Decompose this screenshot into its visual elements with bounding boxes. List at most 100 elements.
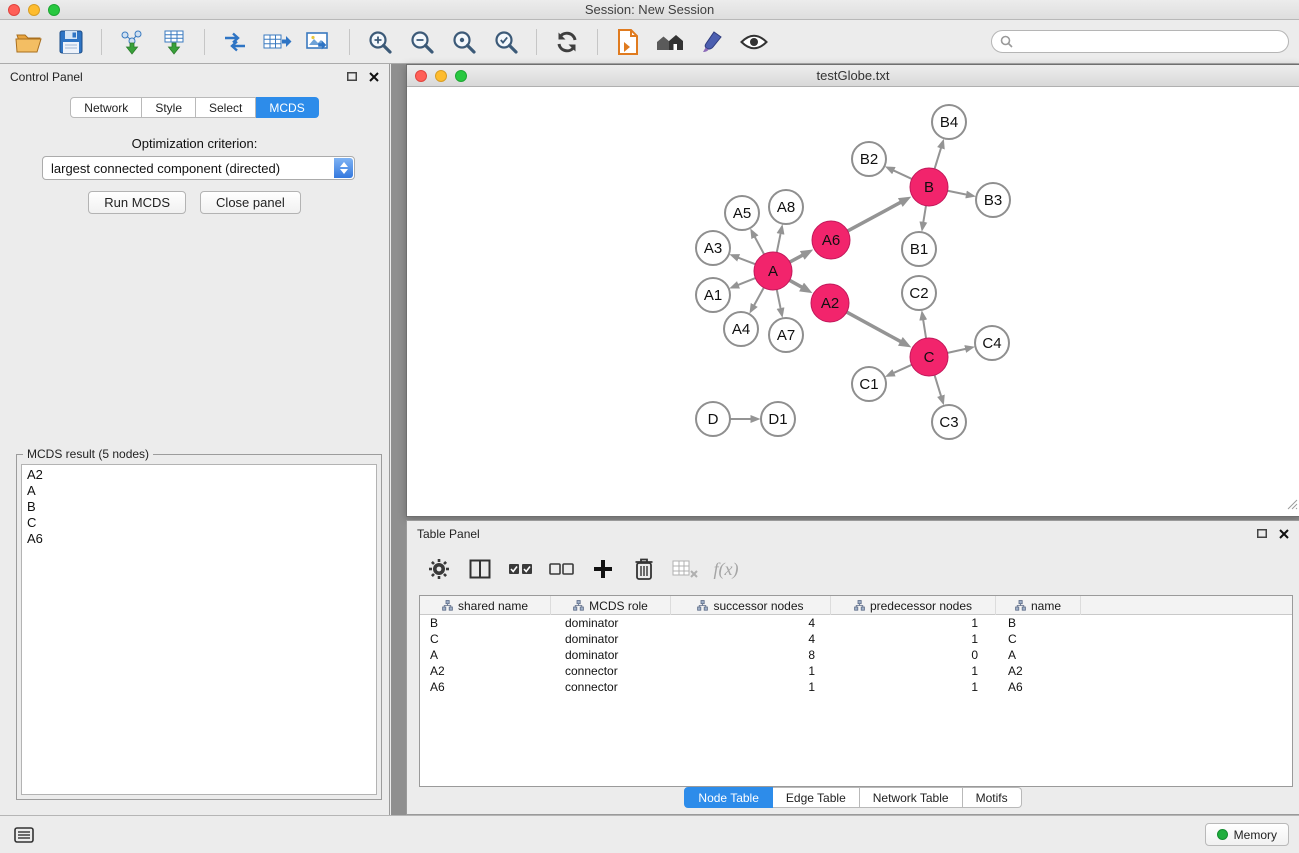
edge-A6-B[interactable] [848,202,901,231]
node-A8[interactable]: A8 [769,190,803,224]
tab-motifs[interactable]: Motifs [963,787,1022,808]
deselect-all-columns-button[interactable] [546,553,578,585]
function-builder-button[interactable]: f(x) [710,553,742,585]
network-file-button[interactable] [610,24,646,60]
edge-A-A2[interactable] [790,280,803,287]
import-table-button[interactable] [156,24,192,60]
network-canvas[interactable]: B4B2BB3A5A8A6A3B1AC2A1A2A4A7C4CC1DD1C3 [407,88,1299,516]
zoom-in-button[interactable] [362,24,398,60]
task-history-button[interactable] [12,825,36,845]
node-B2[interactable]: B2 [852,142,886,176]
resize-grip[interactable] [1286,497,1298,515]
table-row[interactable]: A2connector11A2 [420,663,1292,679]
refresh-view-button[interactable] [549,24,585,60]
tab-network[interactable]: Network [70,97,142,118]
table-row[interactable]: Cdominator41C [420,631,1292,647]
node-A1[interactable]: A1 [696,278,730,312]
node-C[interactable]: C [910,338,948,376]
edge-C-C4[interactable] [948,349,966,353]
search-input[interactable] [1018,34,1280,49]
home-button[interactable] [652,24,688,60]
float-panel-icon[interactable] [1257,529,1267,538]
node-D[interactable]: D [696,402,730,436]
zoom-fit-button[interactable] [446,24,482,60]
column-header-successor-nodes[interactable]: successor nodes [671,596,831,615]
open-session-button[interactable] [11,24,47,60]
zoom-view-button[interactable] [455,70,467,82]
edge-B-B2[interactable] [893,170,911,179]
edge-A2-C[interactable] [847,312,901,342]
search-box[interactable] [991,30,1289,53]
edge-A-A3[interactable] [738,258,755,265]
edge-C-C1[interactable] [894,365,912,373]
node-D1[interactable]: D1 [761,402,795,436]
edge-A-A8[interactable] [777,233,781,252]
mcds-result-list[interactable]: A2ABCA6 [21,464,377,795]
tab-network-table[interactable]: Network Table [860,787,963,808]
edge-B-B3[interactable] [948,191,967,195]
delete-column-button[interactable] [628,553,660,585]
close-view-button[interactable] [415,70,427,82]
tab-select[interactable]: Select [196,97,256,118]
edge-A-A1[interactable] [738,278,755,285]
node-B[interactable]: B [910,168,948,206]
column-header-name[interactable]: name [996,596,1081,615]
export-table-button[interactable] [259,24,295,60]
export-image-button[interactable] [301,24,337,60]
mcds-result-item[interactable]: A2 [27,467,371,483]
node-B1[interactable]: B1 [902,232,936,266]
import-network-button[interactable] [114,24,150,60]
node-A2[interactable]: A2 [811,284,849,322]
node-C1[interactable]: C1 [852,367,886,401]
minimize-view-button[interactable] [435,70,447,82]
table-row[interactable]: Bdominator41B [420,615,1292,631]
edge-C-C3[interactable] [935,375,941,396]
save-session-button[interactable] [53,24,89,60]
delete-table-button[interactable] [669,553,701,585]
float-panel-icon[interactable] [347,72,357,81]
close-panel-icon[interactable] [369,72,379,82]
tab-edge-table[interactable]: Edge Table [773,787,860,808]
node-C3[interactable]: C3 [932,405,966,439]
network-canvas-area[interactable]: B4B2BB3A5A8A6A3B1AC2A1A2A4A7C4CC1DD1C3 [407,88,1299,516]
edge-A-A7[interactable] [777,290,781,309]
edge-A-A5[interactable] [755,237,764,254]
show-hide-button[interactable] [736,24,772,60]
tab-mcds[interactable]: MCDS [256,97,318,118]
tab-style[interactable]: Style [142,97,196,118]
node-B3[interactable]: B3 [976,183,1010,217]
node-C4[interactable]: C4 [975,326,1009,360]
column-header-predecessor-nodes[interactable]: predecessor nodes [831,596,996,615]
create-column-button[interactable] [587,553,619,585]
edge-B-B4[interactable] [935,148,941,169]
node-B4[interactable]: B4 [932,105,966,139]
node-A3[interactable]: A3 [696,231,730,265]
edge-A-A4[interactable] [754,288,764,306]
mcds-result-item[interactable]: C [27,515,371,531]
zoom-out-button[interactable] [404,24,440,60]
style-brush-button[interactable] [694,24,730,60]
mcds-result-item[interactable]: A [27,483,371,499]
node-C2[interactable]: C2 [902,276,936,310]
minimize-window-button[interactable] [28,4,40,16]
show-columns-button[interactable] [464,553,496,585]
column-header-shared-name[interactable]: shared name [420,596,551,615]
zoom-selected-button[interactable] [488,24,524,60]
column-header-mcds-role[interactable]: MCDS role [551,596,671,615]
select-all-columns-button[interactable] [505,553,537,585]
node-A7[interactable]: A7 [769,318,803,352]
node-A4[interactable]: A4 [724,312,758,346]
close-window-button[interactable] [8,4,20,16]
edge-B-B1[interactable] [923,206,926,223]
mcds-result-item[interactable]: B [27,499,371,515]
node-A[interactable]: A [754,252,792,290]
run-mcds-button[interactable]: Run MCDS [88,191,186,214]
mcds-result-item[interactable]: A6 [27,531,371,547]
node-A6[interactable]: A6 [812,221,850,259]
close-panel-icon[interactable] [1279,529,1289,539]
tab-node-table[interactable]: Node Table [684,787,773,808]
edge-C-C2[interactable] [923,320,926,339]
edge-A-A6[interactable] [790,255,803,262]
table-settings-button[interactable] [423,553,455,585]
table-row[interactable]: Adominator80A [420,647,1292,663]
